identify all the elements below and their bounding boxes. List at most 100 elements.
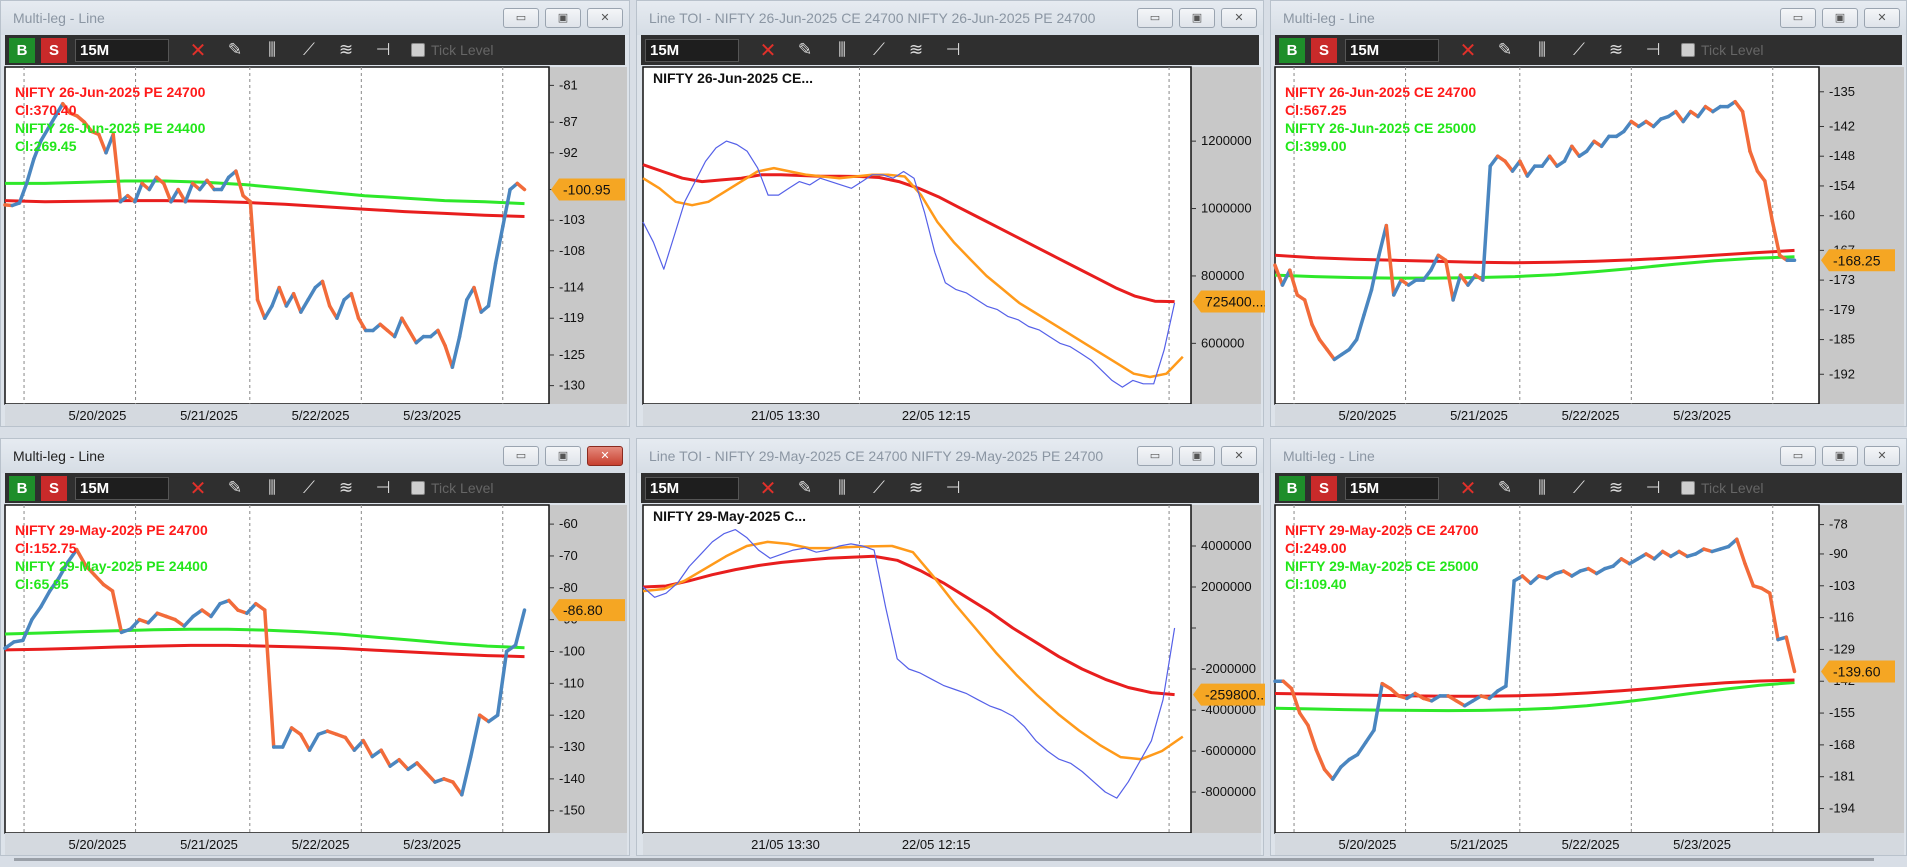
draw-icon[interactable]: ✎: [1492, 39, 1518, 62]
sell-button[interactable]: S: [1311, 38, 1337, 63]
price-tag-value: -139.60: [1833, 663, 1881, 679]
studies-icon[interactable]: ≋: [1603, 477, 1629, 500]
plot-area: [1274, 504, 1820, 834]
leg-close-label: Cl:567.25: [1285, 102, 1347, 118]
pin-icon[interactable]: ⊣: [370, 477, 396, 500]
price-tag-value: -168.25: [1833, 252, 1881, 268]
y-tick-label: 2000000: [1201, 579, 1252, 594]
trendline-icon[interactable]: ⟋: [296, 39, 322, 62]
chart-window[interactable]: Line TOI - NIFTY 26-Jun-2025 CE 24700 NI…: [636, 0, 1265, 428]
pin-icon[interactable]: ⊣: [1640, 477, 1666, 500]
trendline-icon[interactable]: ⟋: [1566, 477, 1592, 500]
trendline-icon[interactable]: ⟋: [1566, 39, 1592, 62]
leg-close-label: Cl:109.40: [1285, 576, 1347, 592]
y-tick-label: -119: [559, 310, 584, 325]
y-tick-label: -142: [1829, 118, 1855, 133]
sell-button[interactable]: S: [41, 476, 67, 501]
remove-icon[interactable]: ✕: [1455, 39, 1481, 62]
y-tick-label: -129: [1829, 641, 1855, 656]
chart-window[interactable]: Multi-leg - Line▭▣✕-81-87-92-98-103-108-…: [0, 0, 630, 427]
chart-area[interactable]: 1200000 1000000 800000 600000 21/05 13:30 22/…: [637, 1, 1265, 428]
draw-icon[interactable]: ✎: [222, 39, 248, 62]
y-tick-label: -2000000: [1201, 661, 1256, 676]
studies-icon[interactable]: ≋: [333, 39, 359, 62]
remove-icon[interactable]: ✕: [755, 39, 781, 62]
horizontal-scrollbar[interactable]: [14, 858, 1874, 861]
y-tick-label: -8000000: [1201, 784, 1256, 799]
pin-icon[interactable]: ⊣: [1640, 39, 1666, 62]
trendline-icon[interactable]: ⟋: [866, 39, 892, 62]
price-tag-value: 725400....: [1205, 294, 1265, 310]
chart-area[interactable]: -135-142-148-154-160-167-173-179-185-192…: [1271, 1, 1907, 428]
tick-level-checkbox[interactable]: [1681, 43, 1695, 57]
y-tick-label: -100: [559, 643, 585, 658]
draw-icon[interactable]: ✎: [1492, 477, 1518, 500]
sell-button[interactable]: S: [1311, 476, 1337, 501]
interval-select[interactable]: 15M: [645, 39, 739, 62]
x-tick-label: 5/20/2025: [1339, 408, 1397, 423]
indicators-icon[interactable]: ⫼: [829, 39, 855, 62]
sell-button[interactable]: S: [41, 38, 67, 63]
chart-window[interactable]: Multi-leg - Line▭▣✕-60-70-80-90-100-110-…: [0, 438, 630, 856]
indicators-icon[interactable]: ⫼: [259, 39, 285, 62]
remove-icon[interactable]: ✕: [185, 477, 211, 500]
y-tick-label: 600000: [1201, 335, 1244, 350]
interval-select[interactable]: 15M: [1345, 39, 1439, 62]
y-axis-panel: [1191, 67, 1261, 404]
interval-select[interactable]: 15M: [75, 39, 169, 62]
chart-title: NIFTY 29-May-2025 C...: [653, 508, 806, 524]
remove-icon[interactable]: ✕: [755, 477, 781, 500]
indicators-icon[interactable]: ⫼: [829, 477, 855, 500]
draw-icon[interactable]: ✎: [222, 477, 248, 500]
plot-area: [4, 66, 550, 405]
indicators-icon[interactable]: ⫼: [1529, 477, 1555, 500]
pin-icon[interactable]: ⊣: [940, 39, 966, 62]
x-tick-label: 5/20/2025: [1339, 837, 1397, 852]
plot-area: [642, 66, 1192, 405]
indicators-icon[interactable]: ⫼: [1529, 39, 1555, 62]
y-tick-label: -103: [1829, 578, 1855, 593]
y-tick-label: -80: [559, 580, 578, 595]
tick-level-checkbox[interactable]: [411, 43, 425, 57]
studies-icon[interactable]: ≋: [333, 477, 359, 500]
tick-level-checkbox[interactable]: [411, 481, 425, 495]
y-tick-label: -154: [1829, 178, 1855, 193]
pin-icon[interactable]: ⊣: [370, 39, 396, 62]
interval-select[interactable]: 15M: [75, 477, 169, 500]
leg-name-label: NIFTY 29-May-2025 PE 24400: [15, 558, 208, 574]
draw-icon[interactable]: ✎: [792, 39, 818, 62]
trendline-icon[interactable]: ⟋: [296, 477, 322, 500]
y-tick-label: -108: [559, 243, 585, 258]
indicators-icon[interactable]: ⫼: [259, 477, 285, 500]
draw-icon[interactable]: ✎: [792, 477, 818, 500]
chart-area[interactable]: -81-87-92-98-103-108-114-119-125-1305/20…: [1, 1, 631, 428]
chart-window[interactable]: Multi-leg - Line▭▣✕-78-90-103-116-129-14…: [1270, 438, 1907, 856]
plot-area: [642, 504, 1192, 834]
y-tick-label: -168: [1829, 737, 1855, 752]
last-price-tag: -259800...: [1193, 683, 1265, 706]
chart-window[interactable]: Line TOI - NIFTY 29-May-2025 CE 24700 NI…: [636, 438, 1265, 856]
pin-icon[interactable]: ⊣: [940, 477, 966, 500]
x-tick-label: 5/21/2025: [180, 408, 238, 423]
studies-icon[interactable]: ≋: [903, 39, 929, 62]
buy-button[interactable]: B: [9, 38, 35, 63]
remove-icon[interactable]: ✕: [185, 39, 211, 62]
buy-button[interactable]: B: [1279, 476, 1305, 501]
buy-button[interactable]: B: [9, 476, 35, 501]
chart-window[interactable]: Multi-leg - Line ▭ ▣ ✕ -135 -142 -148 -154 -160-…: [1270, 0, 1907, 427]
leg-close-label: Cl:152.75: [15, 540, 77, 556]
tick-level-checkbox[interactable]: [1681, 481, 1695, 495]
trendline-icon[interactable]: ⟋: [866, 477, 892, 500]
y-tick-label: -120: [559, 707, 585, 722]
buy-button[interactable]: B: [1279, 38, 1305, 63]
remove-icon[interactable]: ✕: [1455, 477, 1481, 500]
studies-icon[interactable]: ≋: [1603, 39, 1629, 62]
interval-select[interactable]: 15M: [1345, 477, 1439, 500]
chart-title: NIFTY 26-Jun-2025 CE...: [653, 70, 813, 86]
studies-icon[interactable]: ≋: [903, 477, 929, 500]
leg-name-label: NIFTY 29-May-2025 PE 24700: [15, 522, 208, 538]
y-tick-label: -70: [559, 548, 578, 563]
leg-name-label: NIFTY 29-May-2025 CE 25000: [1285, 558, 1479, 574]
interval-select[interactable]: 15M: [645, 477, 739, 500]
x-tick-label: 21/05 13:30: [751, 837, 820, 852]
